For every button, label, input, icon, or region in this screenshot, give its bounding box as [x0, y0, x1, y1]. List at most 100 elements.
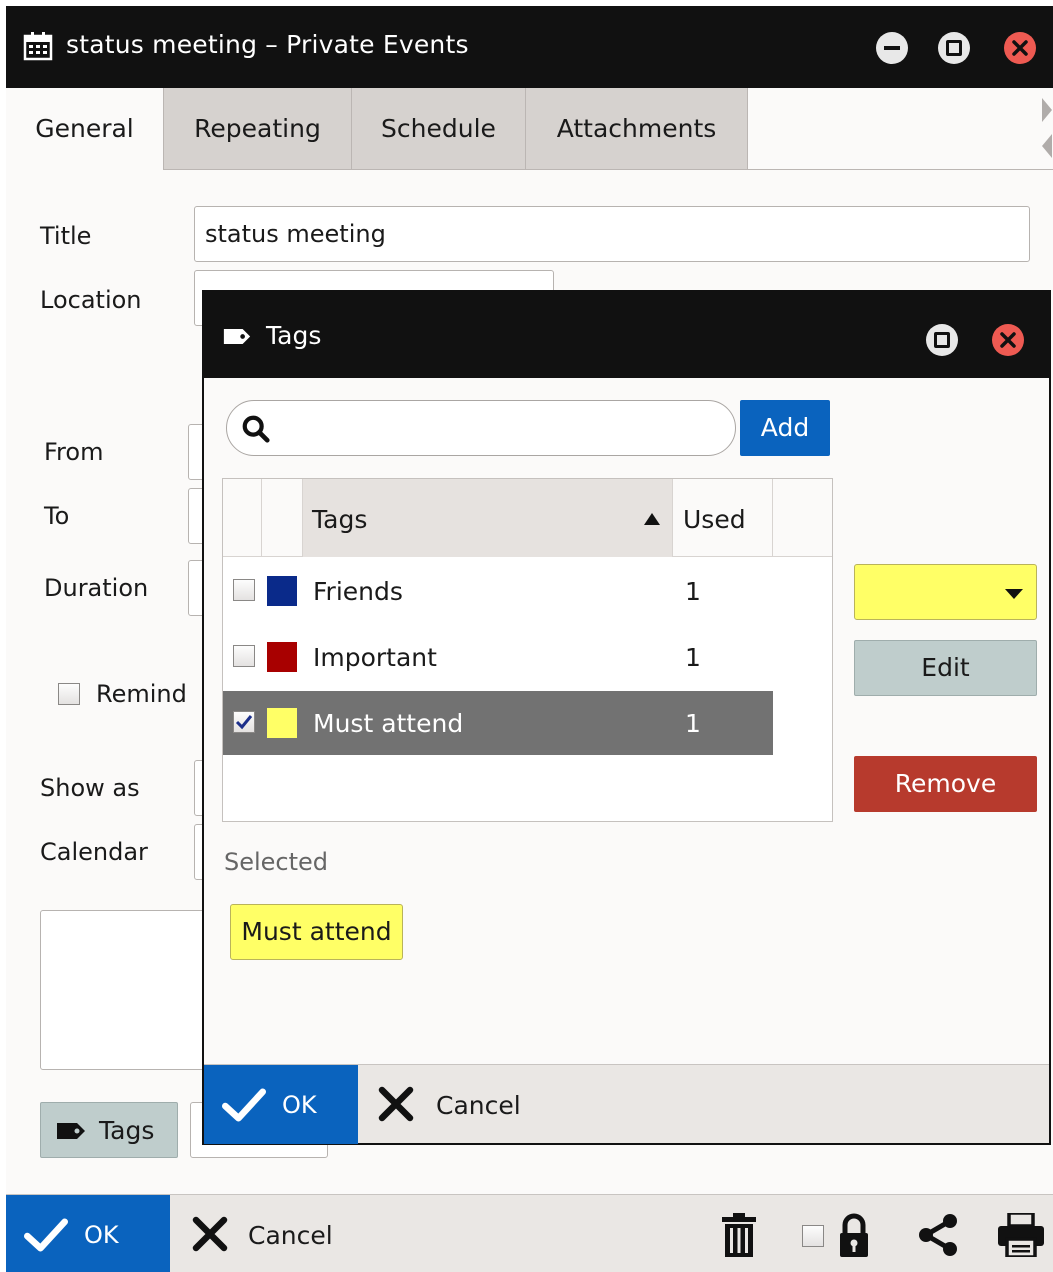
- remind-label: Remind: [96, 680, 187, 708]
- close-button[interactable]: [1004, 32, 1036, 64]
- minimize-button[interactable]: [876, 32, 908, 64]
- chevron-down-icon: [1005, 589, 1023, 599]
- tags-button-label: Tags: [99, 1116, 155, 1145]
- tag-name: Friends: [313, 577, 403, 606]
- ok-button-label: OK: [84, 1221, 119, 1249]
- trash-icon[interactable]: [722, 1213, 756, 1257]
- ok-button[interactable]: OK: [6, 1195, 170, 1272]
- maximize-icon: [934, 332, 950, 348]
- column-divider: [302, 479, 303, 557]
- dialog-cancel-button-label: Cancel: [436, 1091, 521, 1120]
- row-checkbox[interactable]: [233, 645, 255, 667]
- title-input-value: status meeting: [205, 220, 386, 248]
- table-row-selected[interactable]: Must attend 1: [223, 691, 773, 755]
- tag-color-swatch: [267, 576, 297, 606]
- used-column-label: Used: [683, 505, 746, 534]
- tab-label: Schedule: [381, 114, 496, 143]
- share-icon[interactable]: [916, 1213, 960, 1257]
- tab-label: General: [35, 114, 134, 143]
- row-checkbox[interactable]: [233, 579, 255, 601]
- add-tag-button[interactable]: Add: [740, 400, 830, 456]
- tab-divider: [163, 169, 1053, 170]
- cancel-button-label: Cancel: [248, 1221, 333, 1250]
- tab-attachments[interactable]: Attachments: [525, 88, 748, 170]
- selected-tag-chip[interactable]: Must attend: [230, 904, 403, 960]
- tag-icon: [223, 329, 251, 344]
- edit-tag-button[interactable]: Edit: [854, 640, 1037, 696]
- dialog-ok-button[interactable]: OK: [204, 1065, 358, 1144]
- minimize-icon: [884, 46, 900, 50]
- tags-dialog-title: Tags: [266, 321, 322, 350]
- window-title: status meeting – Private Events: [66, 30, 469, 59]
- dialog-ok-button-label: OK: [282, 1091, 317, 1119]
- maximize-button[interactable]: [938, 32, 970, 64]
- close-icon: [1000, 332, 1016, 348]
- selected-tag-chip-label: Must attend: [241, 917, 392, 946]
- tags-dialog-footer: OK Cancel: [204, 1064, 1049, 1144]
- title-input[interactable]: status meeting: [194, 206, 1030, 262]
- tag-used-count: 1: [685, 709, 701, 738]
- tab-scroll-right-icon[interactable]: [1042, 98, 1052, 122]
- tags-column-label: Tags: [312, 505, 368, 534]
- show-as-label: Show as: [40, 774, 140, 802]
- tag-color-swatch: [267, 642, 297, 672]
- close-icon: [1012, 40, 1028, 56]
- selected-label: Selected: [224, 848, 329, 876]
- from-label: From: [44, 438, 104, 466]
- edit-tag-button-label: Edit: [921, 653, 970, 682]
- tab-label: Attachments: [556, 114, 717, 143]
- tags-dialog-titlebar: Tags: [204, 292, 1049, 378]
- tag-used-count: 1: [685, 577, 701, 606]
- tab-schedule[interactable]: Schedule: [351, 88, 525, 170]
- tag-used-count: 1: [685, 643, 701, 672]
- private-checkbox[interactable]: [802, 1225, 824, 1247]
- tab-scroll-left-icon[interactable]: [1042, 134, 1052, 158]
- tag-search-input[interactable]: [226, 400, 736, 456]
- dialog-close-button[interactable]: [992, 324, 1024, 356]
- title-label: Title: [40, 222, 92, 250]
- print-icon[interactable]: [998, 1213, 1044, 1257]
- dialog-maximize-button[interactable]: [926, 324, 958, 356]
- tab-general[interactable]: General: [6, 88, 163, 170]
- remove-tag-button-label: Remove: [894, 769, 997, 798]
- checkmark-icon: [24, 1218, 68, 1252]
- used-column-header[interactable]: Used: [673, 479, 772, 557]
- calendar-icon: [23, 32, 53, 61]
- tag-name: Important: [313, 643, 437, 672]
- remove-tag-button[interactable]: Remove: [854, 756, 1037, 812]
- tags-button[interactable]: Tags: [40, 1102, 178, 1158]
- row-checkbox-checked[interactable]: [233, 711, 255, 733]
- calendar-label: Calendar: [40, 838, 148, 866]
- tag-icon: [57, 1123, 85, 1139]
- column-divider: [772, 479, 773, 557]
- tags-column-header[interactable]: Tags: [302, 479, 672, 557]
- remind-checkbox[interactable]: [58, 683, 80, 705]
- table-row[interactable]: Friends 1: [223, 559, 773, 623]
- checkmark-icon: [235, 715, 253, 730]
- cross-icon: [378, 1086, 414, 1122]
- add-tag-button-label: Add: [760, 413, 810, 442]
- duration-label: Duration: [44, 574, 149, 602]
- column-divider: [261, 479, 262, 557]
- location-label: Location: [40, 286, 142, 314]
- window-titlebar: status meeting – Private Events: [6, 6, 1053, 88]
- bottom-toolbar: OK Cancel: [6, 1194, 1053, 1272]
- sort-ascending-icon: [644, 513, 660, 525]
- maximize-icon: [946, 40, 962, 56]
- table-row[interactable]: Important 1: [223, 625, 773, 689]
- to-label: To: [44, 502, 70, 530]
- dialog-cancel-button[interactable]: Cancel: [368, 1065, 548, 1144]
- lock-icon: [840, 1213, 868, 1257]
- cancel-button[interactable]: Cancel: [182, 1195, 352, 1272]
- tab-repeating[interactable]: Repeating: [163, 88, 351, 170]
- tags-dialog: Tags Add Tags Used Friends 1 Important 1…: [202, 290, 1051, 1145]
- cross-icon: [192, 1216, 228, 1252]
- tab-bar: General Repeating Schedule Attachments: [6, 88, 1053, 170]
- checkmark-icon: [222, 1088, 266, 1122]
- tags-table-header: Tags Used: [223, 479, 832, 557]
- tag-name: Must attend: [313, 709, 464, 738]
- tag-color-swatch: [267, 708, 297, 738]
- tab-label: Repeating: [194, 114, 321, 143]
- description-textarea[interactable]: [40, 910, 208, 1070]
- tag-color-dropdown[interactable]: [854, 564, 1037, 620]
